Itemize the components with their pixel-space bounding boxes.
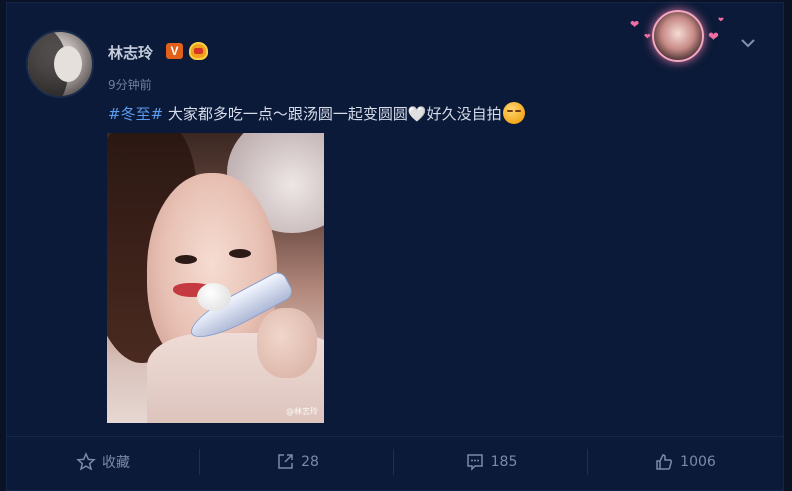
favorite-button[interactable]: 收藏 [6,437,200,487]
author-name[interactable]: 林志玲 [108,42,153,63]
repost-button[interactable]: 28 [200,437,394,487]
avatar-decoration: ❤ ❤ ❤ ❤ [628,10,728,62]
vip-crown-icon[interactable] [189,42,208,60]
comment-icon [465,452,485,472]
share-icon [275,452,295,472]
heart-icon: ❤ [718,16,724,24]
star-icon [76,452,96,472]
post-time[interactable]: 9分钟前 [108,76,152,93]
photo-eye-right [229,249,251,258]
comment-button[interactable]: 185 [394,437,588,487]
repost-count: 28 [301,454,319,470]
like-button[interactable]: 1006 [588,437,782,487]
post-text-body: 大家都多吃一点～跟汤圆一起变圆圆🤍好久没自拍 [163,105,502,123]
photo-tangyuan-shape [197,283,231,311]
avatar-face-shape [54,46,82,82]
heart-icon: ❤ [708,30,719,45]
like-icon [654,452,674,472]
decorated-avatar-image [652,10,704,62]
post-content: #冬至# 大家都多吃一点～跟汤圆一起变圆圆🤍好久没自拍 [108,102,525,124]
post-image[interactable]: @林志玲 [107,133,324,423]
image-watermark: @林志玲 [286,407,318,416]
photo-hand-shape [257,308,317,378]
author-avatar[interactable] [26,30,94,98]
blush-emoji-icon [502,102,525,124]
comment-count: 185 [490,454,518,470]
like-count: 1006 [680,454,716,470]
heart-icon: ❤ [644,32,651,41]
hashtag-link[interactable]: #冬至# [108,105,163,123]
photo-eye-left [175,255,197,264]
favorite-label: 收藏 [102,455,130,471]
verified-icon: V [166,43,183,59]
heart-icon: ❤ [630,18,640,31]
chevron-down-icon[interactable] [738,33,758,53]
